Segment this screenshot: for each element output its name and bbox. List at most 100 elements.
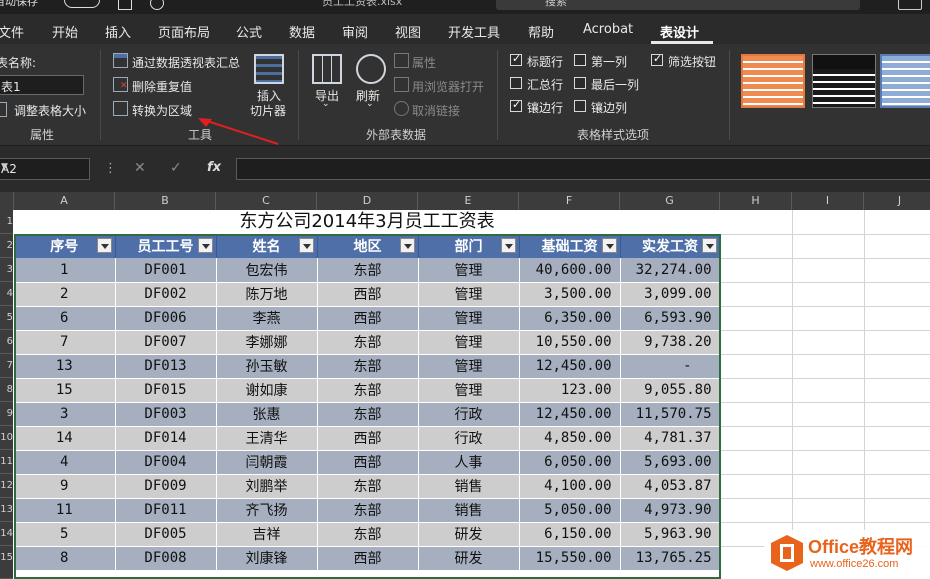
table-cell[interactable]: 管理 xyxy=(418,354,520,379)
table-cell[interactable]: 管理 xyxy=(418,258,520,283)
table-cell[interactable]: 闫朝霞 xyxy=(216,450,318,475)
table-cell[interactable]: 西部 xyxy=(317,306,419,331)
column-header-g[interactable]: G xyxy=(620,192,720,210)
table-style-blue[interactable] xyxy=(880,54,930,108)
table-cell[interactable]: 6,150.00 xyxy=(519,522,621,547)
table-cell[interactable]: 王清华 xyxy=(216,426,318,451)
table-cell[interactable]: 9,738.20 xyxy=(620,330,721,355)
table-cell[interactable]: 7 xyxy=(14,330,116,355)
table-cell[interactable]: 管理 xyxy=(418,378,520,403)
first-column-checkbox[interactable] xyxy=(574,54,586,66)
table-cell[interactable]: 东部 xyxy=(317,498,419,523)
column-header-i[interactable]: I xyxy=(792,192,864,210)
enter-icon[interactable]: ✓ xyxy=(170,160,182,176)
table-cell[interactable]: 齐飞扬 xyxy=(216,498,318,523)
filter-dropdown-icon[interactable] xyxy=(298,238,314,253)
row-header[interactable]: 15 xyxy=(0,546,13,579)
filter-dropdown-icon[interactable] xyxy=(701,238,717,253)
table-cell[interactable]: 9 xyxy=(14,474,116,499)
table-cell[interactable]: 11,570.75 xyxy=(620,402,721,427)
table-cell[interactable]: 张惠 xyxy=(216,402,318,427)
filter-dropdown-icon[interactable] xyxy=(500,238,516,253)
row-header[interactable]: 8 xyxy=(0,378,13,402)
table-cell[interactable]: 刘鹏举 xyxy=(216,474,318,499)
table-cell[interactable]: 李燕 xyxy=(216,306,318,331)
column-header-f[interactable]: F xyxy=(519,192,620,210)
table-cell[interactable]: 12,450.00 xyxy=(519,354,621,379)
table-cell[interactable]: 4 xyxy=(14,450,116,475)
account-icon[interactable] xyxy=(898,0,922,10)
table-cell[interactable]: - xyxy=(620,354,721,379)
total-row-checkbox[interactable] xyxy=(510,77,522,89)
table-cell[interactable]: 3,500.00 xyxy=(519,282,621,307)
table-cell[interactable]: 2 xyxy=(14,282,116,307)
table-cell[interactable]: 东部 xyxy=(317,378,419,403)
banded-rows-checkbox[interactable] xyxy=(510,98,522,112)
table-cell[interactable]: 研发 xyxy=(418,522,520,547)
table-cell[interactable]: 3 xyxy=(14,402,116,427)
insert-slicer-icon[interactable] xyxy=(254,54,284,84)
column-header-e[interactable]: E xyxy=(418,192,519,210)
last-column-checkbox[interactable] xyxy=(574,77,586,89)
table-cell[interactable]: DF007 xyxy=(115,330,217,355)
row-header[interactable]: 2 xyxy=(0,234,13,258)
table-cell[interactable]: DF011 xyxy=(115,498,217,523)
table-cell[interactable]: DF006 xyxy=(115,306,217,331)
table-cell[interactable]: 3,099.00 xyxy=(620,282,721,307)
filter-button-checkbox[interactable] xyxy=(651,52,663,66)
tab-data[interactable]: 数据 xyxy=(289,22,315,41)
table-cell[interactable]: 5,693.00 xyxy=(620,450,721,475)
tab-developer[interactable]: 开发工具 xyxy=(448,22,500,41)
row-header[interactable]: 14 xyxy=(0,522,13,546)
filter-dropdown-icon[interactable] xyxy=(197,238,213,253)
tab-file[interactable]: 文件 xyxy=(0,22,24,41)
table-cell[interactable]: 行政 xyxy=(418,402,520,427)
export-icon[interactable] xyxy=(312,54,342,84)
table-cell[interactable]: DF013 xyxy=(115,354,217,379)
table-cell[interactable]: DF015 xyxy=(115,378,217,403)
table-cell[interactable]: 东部 xyxy=(317,258,419,283)
table-cell[interactable]: DF003 xyxy=(115,402,217,427)
table-cell[interactable]: 东部 xyxy=(317,354,419,379)
sheet-title[interactable]: 东方公司2014年3月员工工资表 xyxy=(14,210,720,234)
table-cell[interactable]: 谢如康 xyxy=(216,378,318,403)
chevron-down-icon[interactable]: ▼ xyxy=(1,162,85,172)
tab-acrobat[interactable]: Acrobat xyxy=(583,22,633,37)
table-cell[interactable]: 13,765.25 xyxy=(620,546,721,571)
table-cell[interactable]: 6,350.00 xyxy=(519,306,621,331)
table-cell[interactable]: 10,550.00 xyxy=(519,330,621,355)
refresh-icon[interactable] xyxy=(356,54,386,84)
tab-home[interactable]: 开始 xyxy=(52,22,78,41)
table-cell[interactable]: 32,274.00 xyxy=(620,258,721,283)
table-cell[interactable]: 西部 xyxy=(317,282,419,307)
column-header-h[interactable]: H xyxy=(720,192,792,210)
table-cell[interactable]: 9,055.80 xyxy=(620,378,721,403)
tab-insert[interactable]: 插入 xyxy=(105,22,131,41)
table-cell[interactable]: 销售 xyxy=(418,498,520,523)
insert-function-icon[interactable]: fx xyxy=(207,160,221,175)
header-cell[interactable]: 实发工资 xyxy=(620,234,721,258)
row-header[interactable]: 13 xyxy=(0,498,13,522)
summarize-pivot-button[interactable]: 通过数据透视表汇总 xyxy=(132,54,240,71)
table-cell[interactable]: 15,550.00 xyxy=(519,546,621,571)
name-box[interactable]: A2 ▼ xyxy=(0,158,90,180)
table-cell[interactable]: 东部 xyxy=(317,402,419,427)
table-style-orange[interactable] xyxy=(741,54,805,108)
table-cell[interactable]: 东部 xyxy=(317,330,419,355)
table-cell[interactable]: 40,600.00 xyxy=(519,258,621,283)
select-all-corner[interactable] xyxy=(0,192,14,210)
table-cell[interactable]: 刘康锋 xyxy=(216,546,318,571)
table-cell[interactable]: 管理 xyxy=(418,282,520,307)
header-cell[interactable]: 地区 xyxy=(317,234,419,258)
row-header[interactable]: 11 xyxy=(0,450,13,474)
tab-table-design[interactable]: 表设计 xyxy=(660,22,699,41)
open-in-browser-button[interactable]: 用浏览器打开 xyxy=(412,78,484,95)
table-cell[interactable]: 13 xyxy=(14,354,116,379)
table-cell[interactable]: 李娜娜 xyxy=(216,330,318,355)
banded-columns-checkbox[interactable] xyxy=(574,100,586,112)
remove-duplicates-button[interactable]: 删除重复值 xyxy=(132,78,192,95)
table-cell[interactable]: 4,973.90 xyxy=(620,498,721,523)
filter-dropdown-icon[interactable] xyxy=(399,238,415,253)
table-cell[interactable]: 销售 xyxy=(418,474,520,499)
tab-review[interactable]: 审阅 xyxy=(342,22,368,41)
